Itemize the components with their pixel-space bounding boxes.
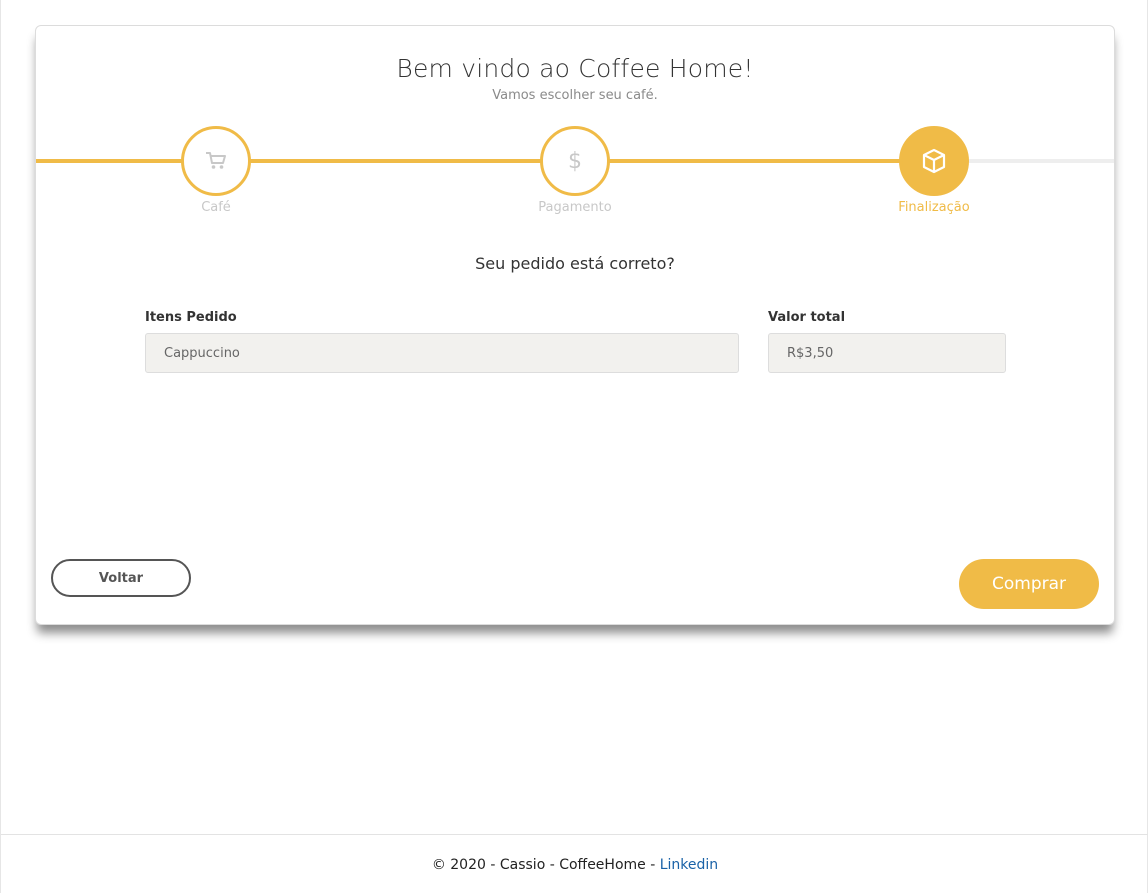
step-pagamento-label: Pagamento <box>538 200 612 215</box>
back-button[interactable]: Voltar <box>51 559 191 597</box>
step-pagamento[interactable]: $ Pagamento <box>505 126 645 215</box>
footer-text: © 2020 - Cassio - CoffeeHome - <box>431 857 660 873</box>
buy-button[interactable]: Comprar <box>959 559 1099 609</box>
step-cafe-label: Café <box>201 200 231 215</box>
step-finalizacao-circle <box>899 126 969 196</box>
order-card: Bem vindo ao Coffee Home! Vamos escolher… <box>35 25 1115 625</box>
step-finalizacao-label: Finalização <box>898 200 970 215</box>
cart-icon <box>205 151 227 171</box>
total-field[interactable] <box>768 333 1006 373</box>
box-icon <box>921 148 947 174</box>
items-label: Itens Pedido <box>145 310 237 325</box>
step-cafe-circle <box>181 126 251 196</box>
confirm-question: Seu pedido está correto? <box>475 254 675 273</box>
items-field[interactable] <box>145 333 739 373</box>
dollar-icon: $ <box>568 148 582 174</box>
footer: © 2020 - Cassio - CoffeeHome - Linkedin <box>1 834 1148 893</box>
linkedin-link[interactable]: Linkedin <box>660 857 718 873</box>
total-label: Valor total <box>768 310 846 325</box>
step-cafe[interactable]: Café <box>146 126 286 215</box>
step-finalizacao[interactable]: Finalização <box>864 126 1004 215</box>
step-pagamento-circle: $ <box>540 126 610 196</box>
page-subtitle: Vamos escolher seu café. <box>492 88 658 103</box>
page-title: Bem vindo ao Coffee Home! <box>396 54 754 83</box>
